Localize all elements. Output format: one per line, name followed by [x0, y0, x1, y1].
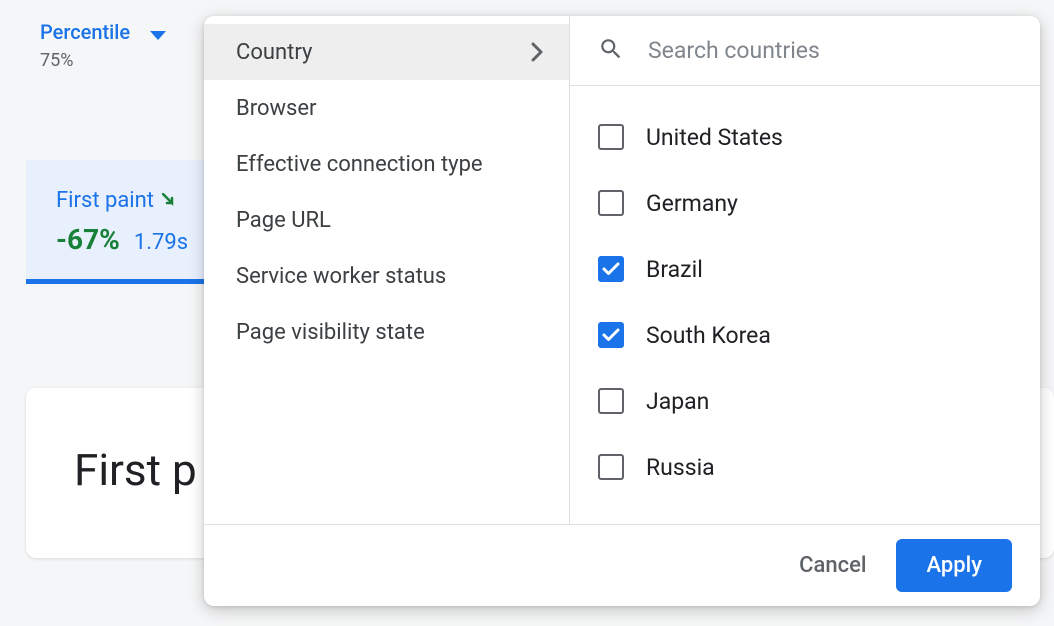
- chevron-down-icon: [150, 26, 166, 45]
- filter-category-label: Service worker status: [236, 264, 446, 289]
- chevron-right-icon: [531, 42, 543, 62]
- filter-option-label: Germany: [646, 190, 738, 217]
- checkbox[interactable]: [598, 388, 624, 414]
- filter-option-row[interactable]: Japan: [598, 368, 1012, 434]
- metric-time: 1.79s: [134, 230, 188, 255]
- search-icon: [598, 36, 624, 66]
- metric-change: -67%: [56, 223, 120, 256]
- checkbox[interactable]: [598, 124, 624, 150]
- metric-title: First paint: [56, 188, 154, 213]
- percentile-dropdown[interactable]: Percentile 75%: [40, 20, 166, 71]
- filter-category-item[interactable]: Country: [204, 24, 569, 80]
- filter-category-label: Effective connection type: [236, 152, 483, 177]
- apply-button[interactable]: Apply: [896, 539, 1012, 592]
- filter-option-row[interactable]: United States: [598, 104, 1012, 170]
- search-input[interactable]: [648, 37, 1012, 64]
- filter-dialog: Country Browser Effective connection type P…: [204, 16, 1040, 606]
- checkbox[interactable]: [598, 256, 624, 282]
- filter-category-label: Country: [236, 40, 312, 65]
- filter-option-row[interactable]: Germany: [598, 170, 1012, 236]
- percentile-label: Percentile: [40, 20, 130, 44]
- cancel-button[interactable]: Cancel: [799, 553, 866, 578]
- filter-category-item[interactable]: Page URL: [204, 192, 569, 248]
- dialog-footer: Cancel Apply: [204, 524, 1040, 606]
- filter-option-label: United States: [646, 124, 783, 151]
- filter-options-list: United States Germany Brazil South Korea Jap…: [570, 86, 1040, 524]
- checkbox[interactable]: [598, 190, 624, 216]
- filter-category-label: Page visibility state: [236, 320, 425, 345]
- filter-option-row[interactable]: South Korea: [598, 302, 1012, 368]
- trend-down-icon: [162, 188, 180, 213]
- filter-option-label: Russia: [646, 454, 715, 481]
- checkbox[interactable]: [598, 322, 624, 348]
- checkbox[interactable]: [598, 454, 624, 480]
- filter-option-row[interactable]: Russia: [598, 434, 1012, 500]
- filter-option-row[interactable]: Brazil: [598, 236, 1012, 302]
- filter-category-list: Country Browser Effective connection type P…: [204, 16, 570, 524]
- filter-option-label: Brazil: [646, 256, 703, 283]
- filter-category-item[interactable]: Browser: [204, 80, 569, 136]
- filter-category-label: Browser: [236, 96, 317, 121]
- filter-category-label: Page URL: [236, 208, 331, 233]
- filter-category-item[interactable]: Effective connection type: [204, 136, 569, 192]
- detail-title: First p: [74, 444, 197, 502]
- filter-option-label: Japan: [646, 388, 709, 415]
- percentile-value: 75%: [40, 50, 130, 71]
- filter-category-item[interactable]: Page visibility state: [204, 304, 569, 360]
- search-row: [570, 16, 1040, 86]
- filter-category-item[interactable]: Service worker status: [204, 248, 569, 304]
- filter-option-label: South Korea: [646, 322, 771, 349]
